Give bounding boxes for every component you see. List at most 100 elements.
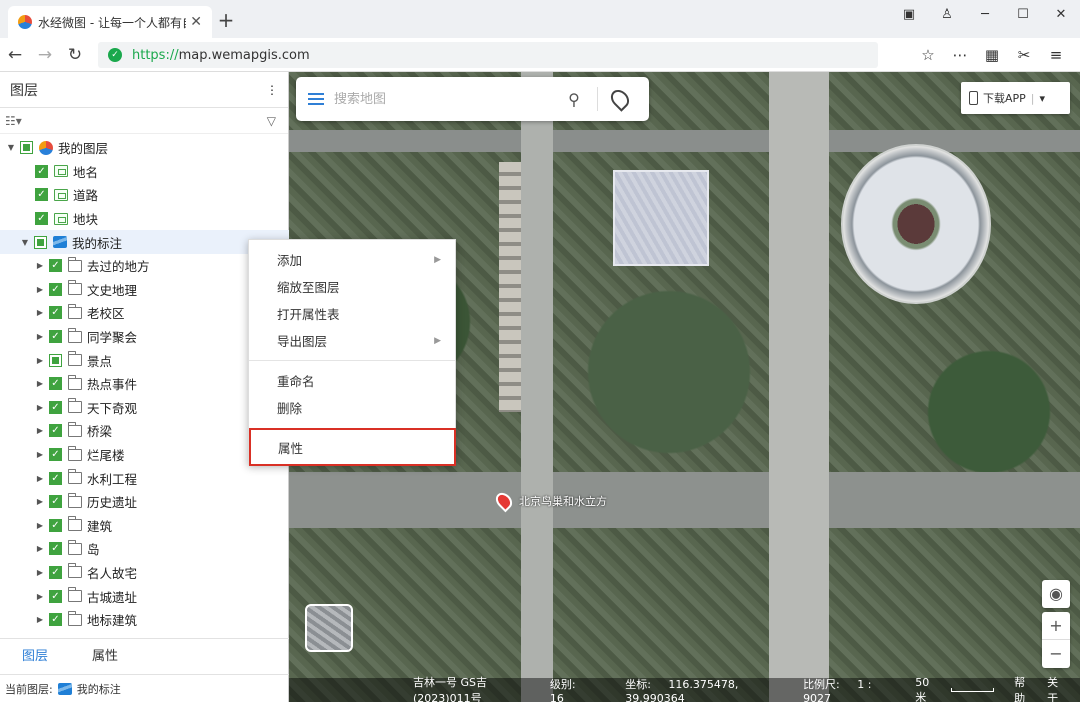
expand-icon[interactable]: ▶ bbox=[35, 285, 45, 294]
filter-icon[interactable]: ▽ bbox=[267, 114, 276, 128]
tab-layers[interactable]: 图层 bbox=[0, 639, 70, 674]
poi-marker[interactable]: 北京鸟巢和水立方 bbox=[492, 489, 607, 513]
expand-icon[interactable]: ▶ bbox=[35, 474, 45, 483]
menu-item-open-table[interactable]: 打开属性表 bbox=[249, 300, 455, 327]
folder-item[interactable]: ▶ ✓ 同学聚会 bbox=[0, 325, 289, 349]
collapse-icon[interactable]: ▼ bbox=[20, 238, 30, 247]
basemap-switch[interactable] bbox=[305, 604, 353, 652]
layer-item[interactable]: ✓ 地名 bbox=[0, 160, 289, 184]
checkbox[interactable]: ✓ bbox=[49, 589, 62, 603]
folder-item[interactable]: ▶ ✓ 桥梁 bbox=[0, 419, 289, 443]
minimize-icon[interactable]: ─ bbox=[966, 0, 1004, 28]
folder-item[interactable]: ▶ ✓ 烂尾楼 bbox=[0, 443, 289, 467]
download-app-button[interactable]: 下载APP | ▾ bbox=[961, 82, 1070, 114]
checkbox[interactable]: ✓ bbox=[49, 306, 62, 320]
checkbox[interactable]: ✓ bbox=[49, 259, 62, 273]
expand-icon[interactable]: ▶ bbox=[35, 568, 45, 577]
checkbox[interactable]: ✓ bbox=[35, 164, 48, 178]
menu-item-delete[interactable]: 删除 bbox=[249, 394, 455, 421]
expand-icon[interactable]: ▶ bbox=[35, 356, 45, 365]
close-tab-icon[interactable]: ✕ bbox=[190, 14, 202, 30]
collapse-icon[interactable]: ▼ bbox=[6, 143, 16, 152]
star-icon[interactable]: ☆ bbox=[912, 42, 944, 68]
skin-icon[interactable]: ♙ bbox=[928, 0, 966, 28]
expand-icon[interactable]: ▶ bbox=[35, 450, 45, 459]
checkbox[interactable]: ✓ bbox=[49, 613, 62, 627]
folder-item[interactable]: ▶ ✓ 历史遗址 bbox=[0, 490, 289, 514]
folder-item[interactable]: ▶ ✓ 老校区 bbox=[0, 301, 289, 325]
checkbox[interactable]: ✓ bbox=[49, 518, 62, 532]
checkbox[interactable]: ✓ bbox=[49, 542, 62, 556]
search-input[interactable] bbox=[334, 91, 559, 107]
expand-icon[interactable]: ▶ bbox=[35, 403, 45, 412]
expand-icon[interactable]: ▶ bbox=[35, 308, 45, 317]
folder-item[interactable]: ▶ ✓ 热点事件 bbox=[0, 372, 289, 396]
expand-icon[interactable]: ▶ bbox=[35, 426, 45, 435]
layer-item[interactable]: ✓ 地块 bbox=[0, 207, 289, 231]
checkbox[interactable]: ✓ bbox=[49, 495, 62, 509]
scissors-icon[interactable]: ✂ bbox=[1008, 42, 1040, 68]
folder-item[interactable]: ▶ ✓ 地标建筑 bbox=[0, 608, 289, 632]
checkbox[interactable]: ✓ bbox=[49, 400, 62, 414]
checkbox[interactable]: ✓ bbox=[49, 330, 62, 344]
checkbox[interactable]: ✓ bbox=[49, 377, 62, 391]
chevron-down-icon[interactable]: ▾ bbox=[1040, 92, 1046, 105]
checkbox[interactable]: ✓ bbox=[49, 282, 62, 296]
checkbox[interactable]: ✓ bbox=[49, 424, 62, 438]
folder-item[interactable]: ▶ ✓ 水利工程 bbox=[0, 466, 289, 490]
checkbox[interactable] bbox=[34, 235, 47, 249]
new-tab-button[interactable]: + bbox=[216, 8, 236, 32]
forward-icon[interactable]: → bbox=[30, 45, 60, 65]
folder-item[interactable]: ▶ 景点 bbox=[0, 348, 289, 372]
expand-icon[interactable]: ▶ bbox=[35, 332, 45, 341]
back-icon[interactable]: ← bbox=[0, 45, 30, 65]
layer-list-icon[interactable]: ☷▾ bbox=[5, 114, 22, 128]
menu-item-properties[interactable]: 属性 bbox=[249, 428, 456, 466]
expand-icon[interactable]: ▶ bbox=[35, 379, 45, 388]
checkbox[interactable]: ✓ bbox=[49, 565, 62, 579]
menu-item-rename[interactable]: 重命名 bbox=[249, 367, 455, 394]
checkbox[interactable]: ✓ bbox=[35, 188, 48, 202]
close-window-icon[interactable]: ✕ bbox=[1042, 0, 1080, 28]
url-field[interactable]: ✓ https:// map.wemapgis.com bbox=[98, 42, 878, 68]
apps-icon[interactable]: ▦ bbox=[976, 42, 1008, 68]
checkbox[interactable]: ✓ bbox=[49, 471, 62, 485]
tab-properties[interactable]: 属性 bbox=[70, 639, 140, 674]
expand-icon[interactable]: ▶ bbox=[35, 497, 45, 506]
map-marker-icon[interactable] bbox=[492, 489, 516, 513]
browser-tab[interactable]: 水经微图 - 让每一个人都有自 ✕ bbox=[8, 6, 212, 38]
menu-icon[interactable]: ≡ bbox=[1040, 42, 1072, 68]
locate-button[interactable]: ◉ bbox=[1042, 580, 1070, 608]
tab-count-icon[interactable]: ▣ bbox=[890, 0, 928, 28]
zoom-out-button[interactable]: − bbox=[1042, 640, 1070, 668]
checkbox[interactable] bbox=[49, 353, 62, 367]
folder-item[interactable]: ▶ ✓ 去过的地方 bbox=[0, 254, 289, 278]
expand-icon[interactable]: ▶ bbox=[35, 261, 45, 270]
maximize-icon[interactable]: ☐ bbox=[1004, 0, 1042, 28]
help-link[interactable]: 帮助 bbox=[1014, 674, 1033, 702]
expand-icon[interactable]: ▶ bbox=[35, 521, 45, 530]
folder-item[interactable]: ▶ ✓ 天下奇观 bbox=[0, 396, 289, 420]
folder-item[interactable]: ▶ ✓ 岛 bbox=[0, 537, 289, 561]
layer-item[interactable]: ✓ 道路 bbox=[0, 183, 289, 207]
expand-icon[interactable]: ▶ bbox=[35, 544, 45, 553]
more-icon[interactable]: ⋯ bbox=[944, 42, 976, 68]
location-pin-icon[interactable] bbox=[607, 86, 633, 112]
menu-item-add[interactable]: 添加 ▶ bbox=[249, 246, 455, 273]
reload-icon[interactable]: ↻ bbox=[60, 45, 90, 65]
sidebar-more-icon[interactable]: ⋮ bbox=[266, 83, 278, 97]
tree-root[interactable]: ▼ 我的图层 bbox=[0, 136, 289, 160]
menu-item-export[interactable]: 导出图层 ▶ bbox=[249, 327, 455, 354]
zoom-in-button[interactable]: + bbox=[1042, 612, 1070, 640]
checkbox[interactable]: ✓ bbox=[49, 448, 62, 462]
checkbox[interactable]: ✓ bbox=[35, 212, 48, 226]
about-link[interactable]: 关于 bbox=[1047, 674, 1066, 702]
search-icon[interactable]: ⚲ bbox=[559, 90, 589, 109]
expand-icon[interactable]: ▶ bbox=[35, 592, 45, 601]
expand-icon[interactable]: ▶ bbox=[35, 615, 45, 624]
folder-item[interactable]: ▶ ✓ 文史地理 bbox=[0, 278, 289, 302]
folder-item[interactable]: ▶ ✓ 古城遗址 bbox=[0, 584, 289, 608]
folder-item[interactable]: ▶ ✓ 建筑 bbox=[0, 514, 289, 538]
menu-item-zoom[interactable]: 缩放至图层 bbox=[249, 273, 455, 300]
checkbox[interactable] bbox=[20, 141, 33, 155]
